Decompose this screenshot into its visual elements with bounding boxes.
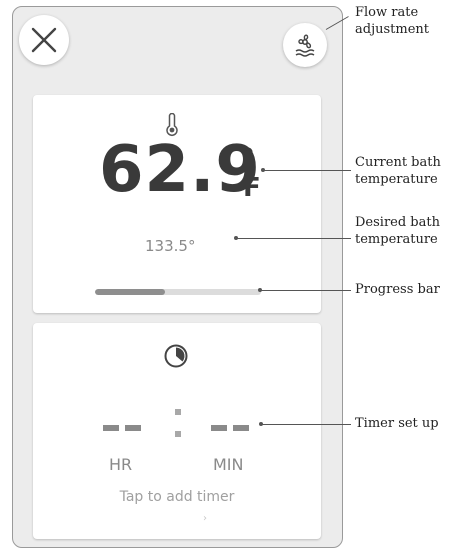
colon-dot-top [175, 409, 181, 415]
callout-flow-rate: Flow rate adjustment [355, 4, 429, 38]
callout-leader-progress [260, 290, 351, 291]
chevron-right-icon: › [203, 513, 207, 524]
flow-rate-icon [295, 34, 315, 57]
callout-current-temp: Current bath temperature [355, 154, 441, 188]
callout-timer: Timer set up [355, 416, 439, 431]
callout-leader-current [263, 170, 351, 171]
callout-current-line1: Current bath [355, 155, 441, 170]
callout-progress: Progress bar [355, 282, 440, 297]
callout-desired-line1: Desired bath [355, 215, 440, 230]
add-timer-hint[interactable]: Tap to add timer [33, 489, 321, 505]
close-icon [31, 27, 57, 53]
temperature-card[interactable]: 62.9 ° F 133.5° [33, 95, 321, 313]
hr-label: HR [109, 455, 133, 474]
clock-icon [164, 344, 188, 368]
timer-card[interactable]: HR MIN Tap to add timer › [33, 323, 321, 539]
callout-leader-timer [261, 424, 351, 425]
minutes-dash-2 [233, 425, 249, 431]
callout-desired-temp: Desired bath temperature [355, 214, 440, 248]
callout-desired-line2: temperature [355, 232, 438, 247]
unit-letter: F [243, 173, 261, 203]
hours-dash-2 [125, 425, 141, 431]
callout-current-line2: temperature [355, 172, 438, 187]
hours-dash-1 [103, 425, 119, 431]
flow-rate-button[interactable] [283, 23, 327, 67]
progress-bar [95, 289, 261, 295]
callout-flow-rate-line1: Flow rate [355, 5, 419, 20]
progress-fill [95, 289, 165, 295]
desired-temperature[interactable]: 133.5° [145, 237, 195, 255]
min-label: MIN [213, 455, 244, 474]
close-button[interactable] [19, 15, 69, 65]
callout-leader-desired [236, 238, 351, 239]
degree-symbol: ° [241, 142, 255, 175]
minutes-dash-1 [211, 425, 227, 431]
current-temperature: 62.9 [99, 133, 261, 207]
callout-flow-rate-line2: adjustment [355, 22, 429, 37]
colon-dot-bottom [175, 431, 181, 437]
app-screen: 62.9 ° F 133.5° HR MIN Tap to add timer … [12, 6, 343, 548]
